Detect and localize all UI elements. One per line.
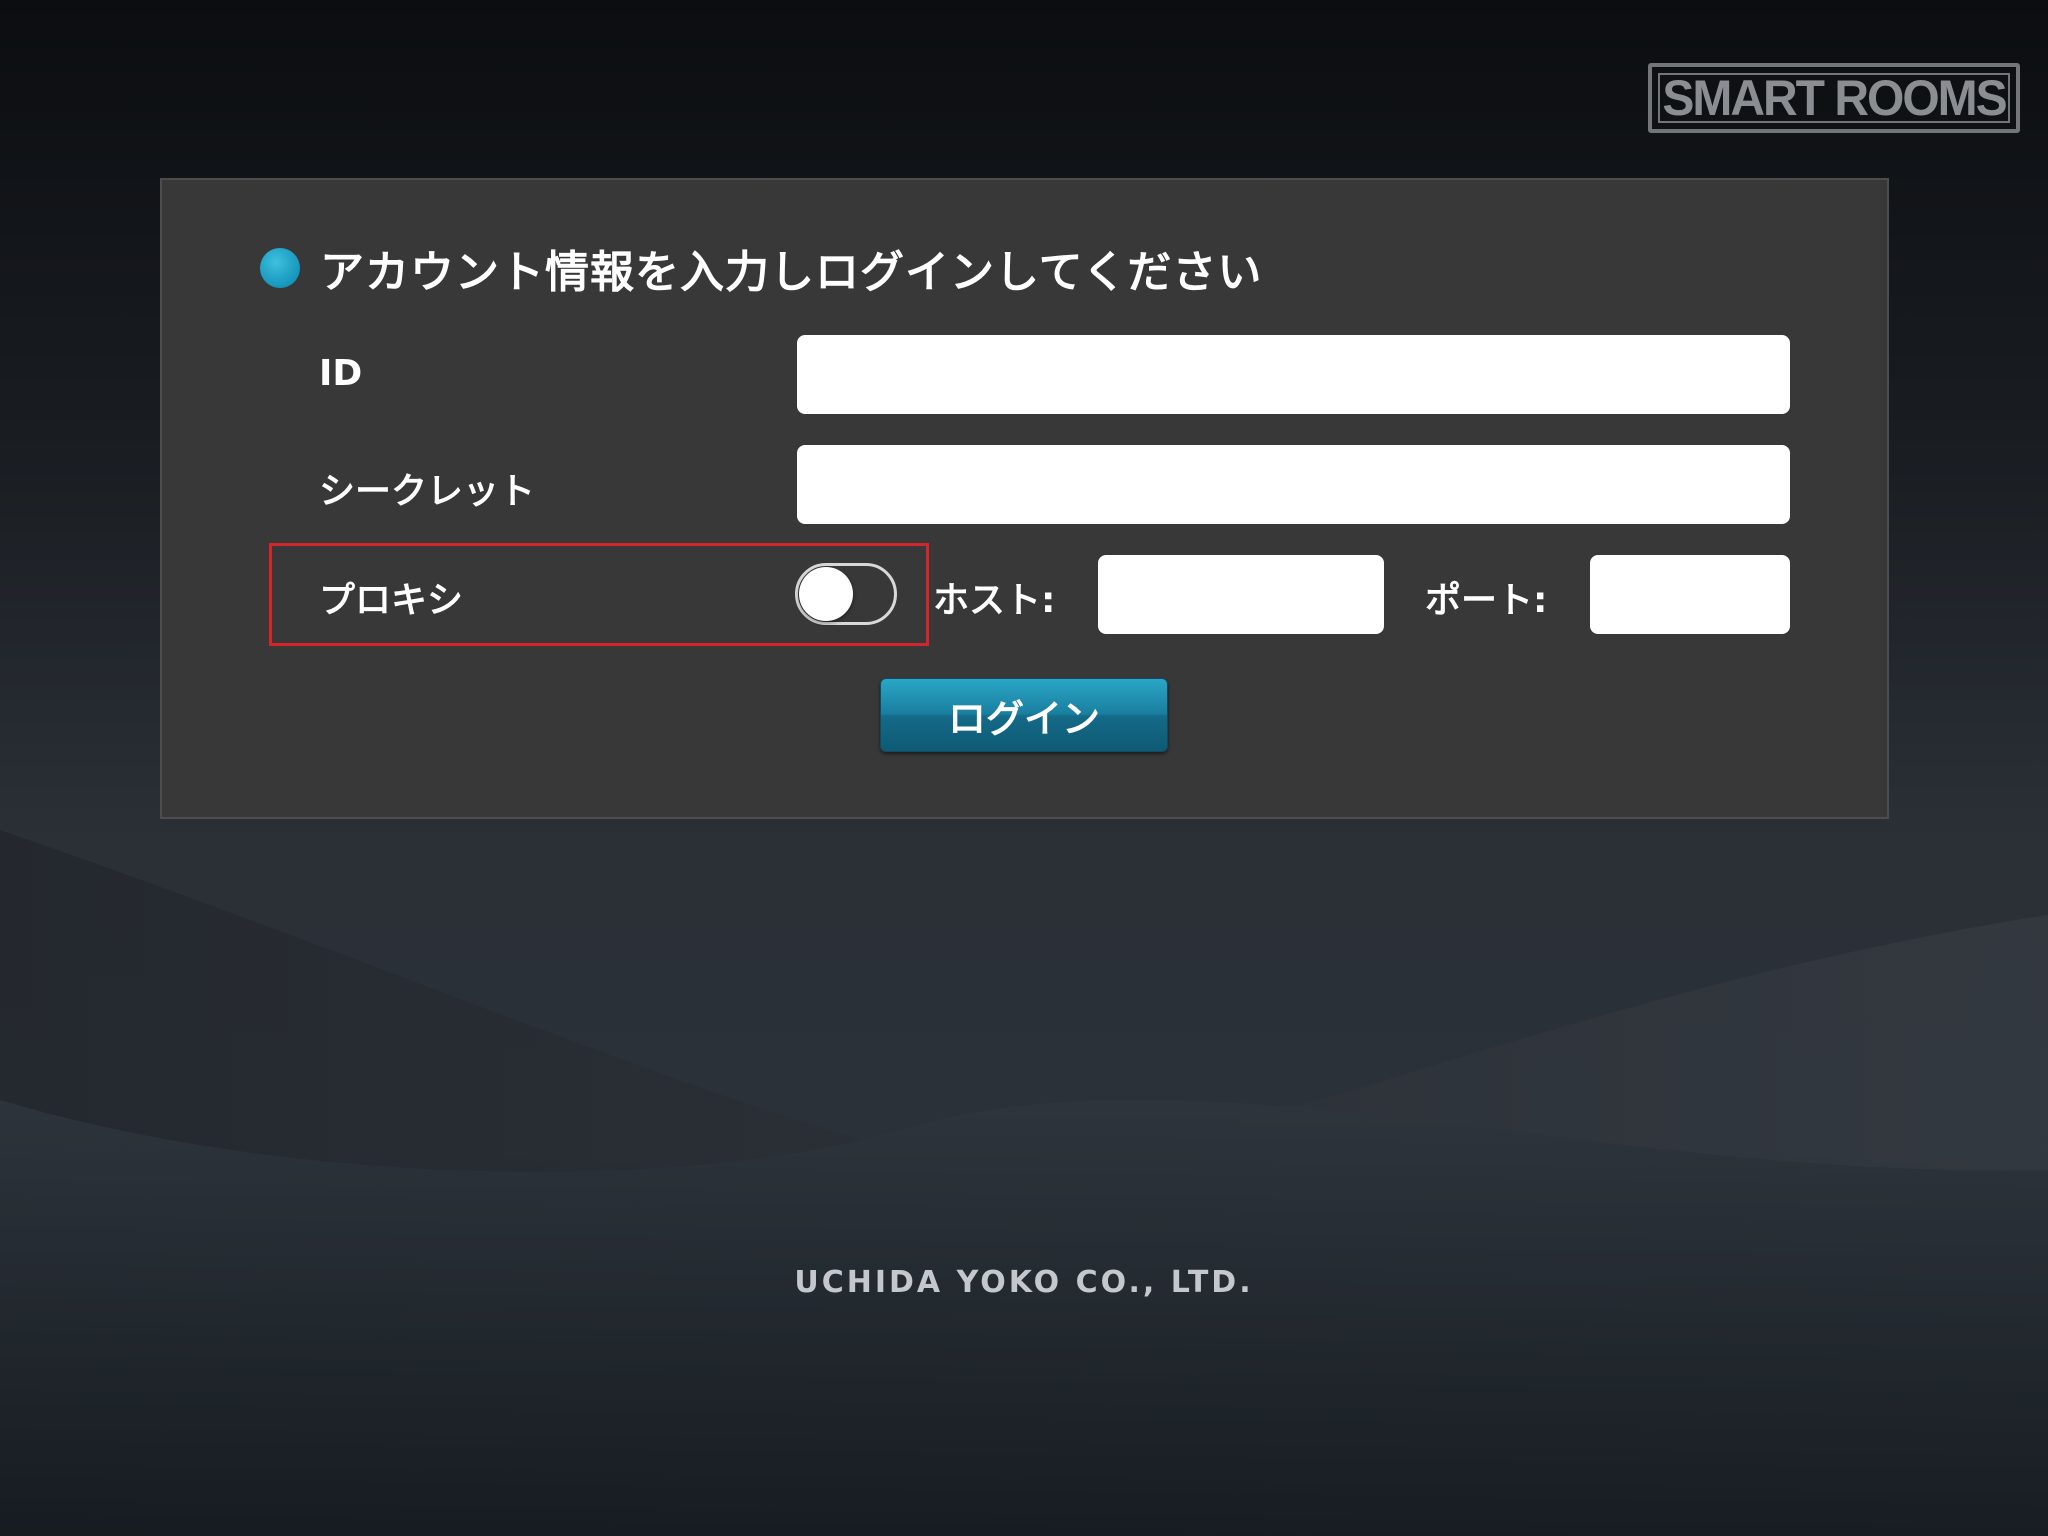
login-button[interactable]: ログイン — [880, 678, 1168, 752]
host-label: ホスト: — [933, 580, 1056, 621]
bullet-dot-icon — [260, 248, 300, 288]
id-label: ID — [319, 353, 363, 394]
port-label: ポート: — [1425, 580, 1548, 621]
login-panel: アカウント情報を入力しログインしてください ID シークレット プロキシ ホスト… — [160, 178, 1889, 819]
proxy-toggle[interactable] — [795, 563, 897, 625]
company-name: UCHIDA YOKO CO., LTD. — [794, 1265, 1254, 1300]
proxy-label: プロキシ — [319, 580, 464, 621]
host-input[interactable] — [1098, 555, 1384, 634]
secret-label: シークレット — [319, 471, 536, 512]
logo-text: SMART ROOMS — [1662, 70, 2007, 126]
port-input[interactable] — [1590, 555, 1790, 634]
id-input[interactable] — [797, 335, 1790, 414]
smart-rooms-logo: SMART ROOMS — [1648, 63, 2020, 133]
secret-input[interactable] — [797, 445, 1790, 524]
toggle-knob — [799, 567, 853, 621]
heading-text: アカウント情報を入力しログインしてください — [320, 247, 1263, 298]
login-heading: アカウント情報を入力しログインしてください — [260, 236, 1262, 300]
